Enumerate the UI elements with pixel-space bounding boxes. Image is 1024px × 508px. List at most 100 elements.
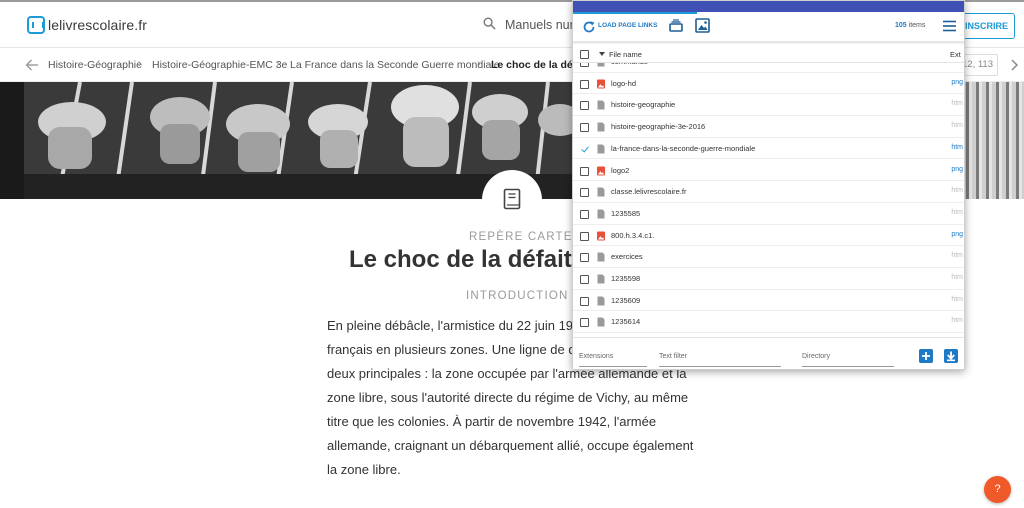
row-checkbox[interactable] xyxy=(580,166,589,176)
logo-icon xyxy=(27,16,45,34)
file-row[interactable]: 1235609 htm xyxy=(573,290,964,312)
file-row[interactable]: classe.lelivrescolaire.fr htm xyxy=(573,181,964,203)
file-extension: htm xyxy=(951,274,963,281)
file-name: 1235598 xyxy=(611,274,641,283)
extensions-filter-input[interactable]: Extensions xyxy=(579,350,647,367)
row-checkbox[interactable] xyxy=(580,275,589,284)
file-name: logo-hd xyxy=(611,78,637,88)
page: lelivrescolaire.fr Manuels numé S'INSCRI… xyxy=(0,0,1024,508)
file-extension: htm xyxy=(951,317,963,325)
directory-filter-input[interactable]: Directory xyxy=(802,350,894,367)
file-row[interactable]: 800.h.3.4.c1. png xyxy=(573,225,964,247)
row-checkbox[interactable] xyxy=(580,253,589,263)
file-name: la-france-dans-la-seconde-guerre-mondial… xyxy=(611,143,756,153)
items-count-suffix: items xyxy=(908,22,926,29)
file-extension: png xyxy=(951,165,963,173)
document-file-icon xyxy=(597,252,605,262)
reload-icon[interactable] xyxy=(582,20,596,34)
book-icon xyxy=(503,188,521,210)
row-checkbox[interactable] xyxy=(580,63,589,67)
file-row[interactable]: 1235585 htm xyxy=(573,203,964,225)
file-extension: htm xyxy=(951,143,963,151)
select-all-checkbox[interactable] xyxy=(580,50,589,59)
search-icon[interactable] xyxy=(483,17,496,30)
breadcrumb-item[interactable]: La France dans la Seconde Guerre mondial… xyxy=(290,59,500,71)
file-extension: htm xyxy=(951,122,963,130)
file-name: exercices xyxy=(611,252,643,262)
layers-icon[interactable] xyxy=(669,19,683,33)
row-checkbox[interactable] xyxy=(580,123,589,133)
file-name: 1235609 xyxy=(611,295,641,305)
file-row[interactable]: 1235614 htm xyxy=(573,311,964,334)
row-checkbox-checked[interactable] xyxy=(580,144,589,154)
document-file-icon xyxy=(597,63,605,67)
column-header-ext[interactable]: Ext xyxy=(950,50,961,59)
chevron-right-icon[interactable] xyxy=(1008,58,1022,72)
image-icon[interactable] xyxy=(695,18,710,33)
document-file-icon xyxy=(597,274,605,284)
document-file-icon xyxy=(597,296,605,306)
section-heading: INTRODUCTION xyxy=(466,290,569,302)
sort-desc-icon[interactable] xyxy=(599,52,605,56)
breadcrumb-item[interactable]: Histoire-Géographie-EMC 3e xyxy=(152,59,287,71)
file-extension: htm xyxy=(951,295,963,303)
document-file-icon xyxy=(597,144,605,154)
menu-icon[interactable] xyxy=(943,20,956,32)
image-file-icon xyxy=(597,166,605,175)
column-header-file-name[interactable]: File name xyxy=(609,50,642,59)
link-grabber-popup: LOAD PAGE LINKS 105 items File name Ext … xyxy=(572,0,965,370)
document-file-icon xyxy=(597,187,605,197)
file-row[interactable]: la-france-dans-la-seconde-guerre-mondial… xyxy=(573,138,964,160)
add-icon[interactable] xyxy=(919,349,933,363)
file-name: 800.h.3.4.c1. xyxy=(611,230,655,240)
paragraph-line: allemande, craignant un débarquement all… xyxy=(327,438,694,453)
file-row[interactable]: exercices htm xyxy=(573,246,964,268)
file-row[interactable]: histoire-geographie-3e-2016 htm xyxy=(573,116,964,138)
document-file-icon xyxy=(597,100,605,110)
file-name: logo2 xyxy=(611,165,630,175)
popup-toolbar: LOAD PAGE LINKS 105 items xyxy=(573,14,964,42)
row-checkbox[interactable] xyxy=(580,101,589,111)
row-checkbox[interactable] xyxy=(580,188,589,198)
file-name: classe.lelivrescolaire.fr xyxy=(611,187,687,197)
document-file-icon xyxy=(597,209,605,219)
text-filter-input[interactable]: Text filter xyxy=(659,350,781,367)
download-icon[interactable] xyxy=(944,349,958,363)
file-extension: htm xyxy=(951,252,963,260)
row-checkbox[interactable] xyxy=(580,209,589,219)
logo-text: lelivrescolaire.fr xyxy=(48,17,148,33)
paragraph-line: la zone libre. xyxy=(327,462,401,477)
row-checkbox[interactable] xyxy=(580,318,589,328)
site-logo[interactable]: lelivrescolaire.fr xyxy=(27,14,147,36)
file-row[interactable]: histoire-geographie htm xyxy=(573,94,964,117)
file-extension: htm xyxy=(951,100,963,108)
breadcrumb-separator-icon: › xyxy=(276,58,280,70)
document-file-icon xyxy=(597,317,605,327)
section-kicker: REPÈRE CARTE xyxy=(469,231,573,243)
document-file-icon xyxy=(597,122,605,132)
breadcrumb-item[interactable]: Histoire-Géographie xyxy=(48,59,142,71)
items-count-number: 105 xyxy=(895,22,907,29)
row-checkbox[interactable] xyxy=(580,79,589,89)
row-checkbox[interactable] xyxy=(580,296,589,306)
file-row[interactable]: logo2 png xyxy=(573,160,964,182)
filter-bar: Extensions Text filter Directory xyxy=(573,337,964,369)
items-count: 105 items xyxy=(895,22,925,29)
file-name: commande xyxy=(611,63,648,66)
file-extension: png xyxy=(951,78,963,86)
breadcrumb-separator-icon: › xyxy=(477,58,481,70)
file-extension: htm xyxy=(951,63,963,64)
file-row[interactable]: commande htm xyxy=(573,63,964,73)
page-title: Le choc de la défaite xyxy=(349,246,586,273)
file-extension: png xyxy=(951,230,963,238)
file-row[interactable]: 1235598 htm xyxy=(573,268,964,290)
load-page-links-button[interactable]: LOAD PAGE LINKS xyxy=(598,22,657,29)
image-file-icon xyxy=(597,231,605,241)
hero-image-right-strip xyxy=(962,82,1024,199)
breadcrumb-separator-icon: › xyxy=(138,58,142,70)
back-arrow-icon[interactable] xyxy=(25,58,39,72)
help-button[interactable]: ? xyxy=(984,476,1011,503)
file-list: commande htm logo-hd png histoire-geographie… xyxy=(573,63,964,336)
file-row[interactable]: logo-hd png xyxy=(573,73,964,95)
row-checkbox[interactable] xyxy=(580,231,589,241)
